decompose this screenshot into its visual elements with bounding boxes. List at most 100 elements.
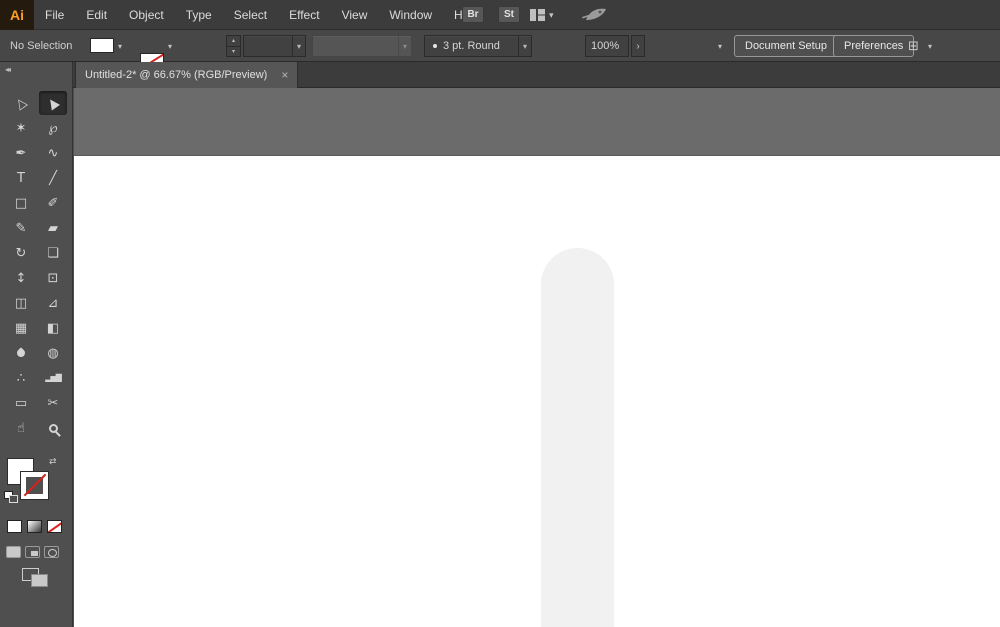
eraser-tool[interactable]: ▰ <box>39 216 67 240</box>
document-tab-title: Untitled-2* @ 66.67% (RGB/Preview) <box>85 69 267 81</box>
symbol-sprayer-tool[interactable]: ∴ <box>7 366 35 390</box>
illustrator-logo: Ai <box>0 0 34 30</box>
direct-selection-tool[interactable]: △ <box>7 91 35 115</box>
zoom-tool[interactable] <box>39 416 67 440</box>
drawing-modes-row <box>6 546 59 558</box>
brush-definition-dropdown[interactable]: 3 pt. Round ▾ <box>424 35 532 57</box>
menu-bar: Ai File Edit Object Type Select Effect V… <box>0 0 1000 30</box>
stepper-up-icon[interactable]: ▴ <box>227 36 240 47</box>
draw-normal-button[interactable] <box>6 546 21 558</box>
perspective-grid-tool[interactable]: ⊿ <box>39 291 67 315</box>
document-tab[interactable]: Untitled-2* @ 66.67% (RGB/Preview) × <box>75 62 298 88</box>
brush-preview-dot-icon <box>433 44 437 48</box>
document-tab-bar: Untitled-2* @ 66.67% (RGB/Preview) × <box>73 62 1000 88</box>
artboard-tool[interactable]: ▭ <box>7 391 35 415</box>
color-gradient-none-row <box>7 520 62 533</box>
pencil-icon: ✎ <box>16 222 27 235</box>
free-transform-tool[interactable]: ⊡ <box>39 266 67 290</box>
align-chevron-icon[interactable]: ▾ <box>928 42 932 51</box>
menu-file[interactable]: File <box>34 0 75 29</box>
free-transform-icon: ⊡ <box>48 272 59 285</box>
selection-icon: ▲ <box>45 95 61 111</box>
stroke-proxy-swatch[interactable] <box>21 472 48 499</box>
control-bar: No Selection ▾ ▾ Stroke: ▴ ▾ ▾ ▾ 3 pt. R… <box>0 30 1000 62</box>
pen-icon: ✒ <box>16 147 27 160</box>
stock-button[interactable]: St <box>498 6 520 23</box>
gradient-tool[interactable]: ◧ <box>39 316 67 340</box>
illustrator-window: Ai File Edit Object Type Select Effect V… <box>0 0 1000 627</box>
rotate-icon: ↻ <box>16 247 27 260</box>
fill-chevron-icon[interactable]: ▾ <box>118 42 122 51</box>
align-options-icon[interactable]: ⊞ <box>908 36 919 56</box>
brush-definition-value: 3 pt. Round <box>443 40 500 52</box>
width-profile-dropdown: ▾ <box>312 35 412 57</box>
line-segment-icon: ╱ <box>49 172 57 185</box>
fill-color-swatch[interactable] <box>90 38 114 53</box>
pencil-tool[interactable]: ✎ <box>7 216 35 240</box>
artboard-icon: ▭ <box>15 397 27 410</box>
width-tool[interactable]: ↕ <box>7 266 35 290</box>
mesh-tool[interactable]: ▦ <box>7 316 35 340</box>
brush-chevron-icon[interactable]: ▾ <box>518 36 531 56</box>
symbol-sprayer-icon: ∴ <box>17 372 25 385</box>
column-graph-tool[interactable]: ▂▅▇ <box>39 366 67 390</box>
line-segment-tool[interactable]: ╱ <box>39 166 67 190</box>
eraser-icon: ▰ <box>48 222 58 235</box>
menu-view[interactable]: View <box>331 0 379 29</box>
workspace-chevron-icon[interactable]: ▾ <box>549 10 554 21</box>
eyedropper-tool[interactable] <box>7 341 35 365</box>
bridge-button[interactable]: Br <box>462 6 484 23</box>
paintbrush-tool[interactable]: ✐ <box>39 191 67 215</box>
tab-close-icon[interactable]: × <box>281 69 288 81</box>
width-icon: ↕ <box>16 272 27 285</box>
slice-icon: ✂ <box>48 397 59 410</box>
shape-builder-tool[interactable]: ◫ <box>7 291 35 315</box>
blend-tool[interactable]: ◍ <box>39 341 67 365</box>
color-button[interactable] <box>7 520 22 533</box>
none-button[interactable] <box>47 520 62 533</box>
slice-tool[interactable]: ✂ <box>39 391 67 415</box>
scale-icon: ❏ <box>47 247 59 260</box>
artboard <box>74 155 1000 627</box>
default-fill-stroke-icon[interactable] <box>4 491 17 502</box>
lasso-tool[interactable]: ℘ <box>39 116 67 140</box>
menu-window[interactable]: Window <box>378 0 443 29</box>
document-setup-button[interactable]: Document Setup <box>734 35 838 57</box>
gpu-performance-rocket-icon <box>582 7 608 28</box>
workspace-switcher-icon[interactable] <box>530 9 545 21</box>
menu-object[interactable]: Object <box>118 0 175 29</box>
screen-mode-button[interactable] <box>22 568 48 586</box>
stepper-down-icon[interactable]: ▾ <box>227 47 240 57</box>
gradient-button[interactable] <box>27 520 42 533</box>
magic-wand-tool[interactable]: ✶ <box>7 116 35 140</box>
collapse-panel-icon[interactable]: ◂◂ <box>5 65 9 74</box>
selection-tool[interactable]: ▲ <box>39 91 67 115</box>
mesh-icon: ▦ <box>15 322 27 335</box>
stroke-width-stepper[interactable]: ▴ ▾ <box>226 35 241 57</box>
menu-select[interactable]: Select <box>223 0 278 29</box>
rotate-tool[interactable]: ↻ <box>7 241 35 265</box>
draw-behind-button[interactable] <box>25 546 40 558</box>
menu-edit[interactable]: Edit <box>75 0 118 29</box>
menu-effect[interactable]: Effect <box>278 0 330 29</box>
eyedropper-icon <box>15 347 26 358</box>
hand-tool[interactable]: ☝ <box>7 416 35 440</box>
stroke-width-chevron-icon[interactable]: ▾ <box>292 36 305 56</box>
style-chevron-icon[interactable]: ▾ <box>718 42 722 51</box>
menu-type[interactable]: Type <box>175 0 223 29</box>
draw-inside-button[interactable] <box>44 546 59 558</box>
pen-tool[interactable]: ✒ <box>7 141 35 165</box>
tool-grid: △ ▲ ✶ ℘ ✒ ∿ T ╱ □ ✐ ✎ ▰ ↻ ❏ ↕ ⊡ ◫ ⊿ ▦ ◧ … <box>7 91 67 441</box>
curvature-tool[interactable]: ∿ <box>39 141 67 165</box>
stroke-chevron-icon[interactable]: ▾ <box>168 42 172 51</box>
type-tool[interactable]: T <box>7 166 35 190</box>
stroke-width-dropdown[interactable]: ▾ <box>243 35 306 57</box>
width-profile-chevron-icon: ▾ <box>398 36 411 56</box>
preferences-button[interactable]: Preferences <box>833 35 914 57</box>
rectangle-tool[interactable]: □ <box>7 191 35 215</box>
swap-fill-stroke-icon[interactable]: ⇄ <box>49 456 57 467</box>
scale-tool[interactable]: ❏ <box>39 241 67 265</box>
canvas-shape[interactable] <box>541 248 614 627</box>
opacity-expand-button[interactable]: › <box>631 35 645 57</box>
opacity-input[interactable] <box>585 35 629 57</box>
